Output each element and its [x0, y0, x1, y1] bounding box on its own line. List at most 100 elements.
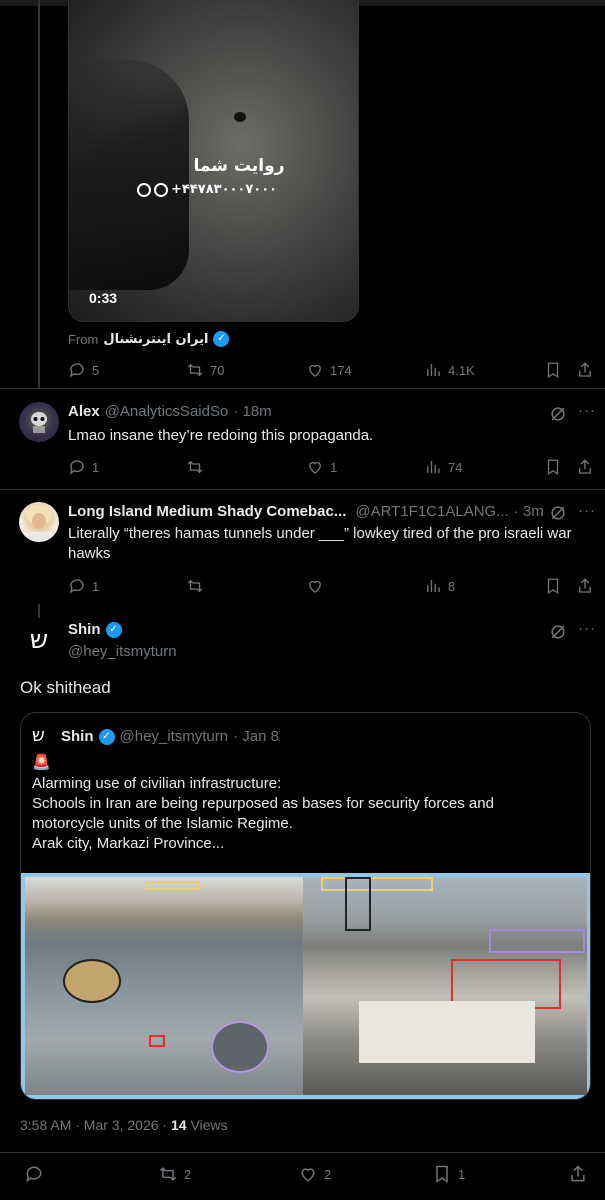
reply-icon: [69, 579, 84, 594]
grok-button[interactable]: [548, 622, 568, 642]
telegram-icon: [137, 182, 151, 197]
like-button[interactable]: 1: [306, 458, 337, 476]
repost-button[interactable]: 2: [158, 1164, 191, 1184]
from-label: From: [68, 331, 99, 347]
share-icon: [579, 578, 591, 593]
quote-line: motorcycle units of the Islamic Regime.: [32, 815, 293, 832]
author-name[interactable]: Alex: [68, 403, 100, 420]
highlight-box: [489, 929, 585, 953]
more-options-icon[interactable]: ···: [578, 620, 596, 637]
reply-button[interactable]: 5: [68, 361, 99, 379]
quote-author-handle: @hey_itsmyturn: [119, 728, 229, 745]
repost-icon: [187, 363, 203, 377]
repost-count: 70: [210, 362, 225, 378]
reply-button[interactable]: 1: [68, 458, 99, 476]
views-icon: [427, 580, 440, 592]
share-button[interactable]: [576, 458, 594, 476]
post-time[interactable]: · 3m: [514, 503, 544, 520]
post-timestamp: 3:58 AM · Mar 3, 2026 · 14 Views: [20, 1117, 228, 1133]
video-watermark-title: روایت شما: [193, 156, 285, 176]
bookmark-button[interactable]: [544, 458, 562, 476]
bookmark-count: 1: [458, 1166, 466, 1182]
verified-icon: ✓: [98, 728, 115, 745]
like-count: 1: [330, 459, 338, 475]
divider: [0, 489, 605, 490]
main-post-handle-row: @hey_itsmyturn: [68, 643, 177, 660]
heart-icon: [309, 580, 321, 593]
divider: [0, 388, 605, 389]
share-button[interactable]: [576, 577, 594, 595]
avatar-glyph: ש: [29, 625, 49, 655]
avatar[interactable]: [19, 402, 59, 442]
quote-line: Arak city, Markazi Province...: [32, 835, 225, 852]
divider: [0, 1152, 605, 1153]
repost-button[interactable]: 70: [186, 361, 224, 379]
like-count: 174: [330, 362, 352, 378]
post-time[interactable]: · 18m: [233, 403, 271, 420]
reply-icon: [69, 363, 84, 378]
reply-button[interactable]: 1: [68, 577, 99, 595]
quote-image[interactable]: [21, 873, 590, 1099]
video-source: From ایران اینترنشنال ✓: [68, 331, 230, 347]
bookmark-button[interactable]: 1: [432, 1164, 465, 1184]
views-count: 74: [448, 459, 463, 475]
quote-author-name: Shin: [61, 728, 94, 745]
thread-line: [38, 604, 40, 618]
views-button[interactable]: 4.1K: [424, 361, 475, 379]
video-player[interactable]: روایت شما +۴۴۷۸۳۰۰۰۷۰۰۰ 0:33: [68, 0, 359, 322]
highlight-box: [345, 877, 371, 931]
like-button[interactable]: [306, 577, 330, 595]
timestamp-text[interactable]: 3:58 AM · Mar 3, 2026 ·: [20, 1117, 167, 1133]
highlight-box: [321, 877, 433, 891]
reply-icon: [69, 460, 84, 475]
grok-button[interactable]: [548, 404, 568, 424]
views-label: Views: [190, 1117, 228, 1133]
verified-icon: ✓: [213, 331, 230, 347]
main-post-actions: 2 2 1: [24, 1164, 594, 1186]
more-options-icon[interactable]: ···: [578, 502, 596, 519]
repost-button[interactable]: [186, 577, 210, 595]
reply-text: Lmao insane they’re redoing this propaga…: [68, 427, 374, 444]
quote-line: Schools in Iran are being repurposed as …: [32, 795, 494, 812]
reply-button[interactable]: [24, 1164, 50, 1184]
quote-line: Alarming use of civilian infrastructure:: [32, 775, 282, 792]
repost-button[interactable]: [186, 458, 210, 476]
reply-count: 5: [92, 362, 100, 378]
like-button[interactable]: 174: [306, 361, 352, 379]
author-name[interactable]: Long Island Medium Shady Comebac...: [68, 503, 346, 520]
views-button[interactable]: 8: [424, 577, 455, 595]
avatar[interactable]: [19, 502, 59, 542]
more-options-icon[interactable]: ···: [578, 402, 596, 419]
zoom-circle: [63, 959, 121, 1003]
heart-icon: [301, 1168, 315, 1182]
highlight-box: [149, 1035, 165, 1047]
bookmark-icon: [547, 362, 559, 379]
video-watermark-contact: +۴۴۷۸۳۰۰۰۷۰۰۰: [137, 182, 307, 197]
reply-count: 1: [92, 459, 100, 475]
reply-header: Long Island Medium Shady Comebac... @ART…: [68, 503, 544, 520]
share-button[interactable]: [568, 1164, 588, 1184]
views-count: 4.1K: [448, 362, 475, 378]
quoted-post[interactable]: ש Shin ✓ @hey_itsmyturn · Jan 8 🚨 Alarmi…: [20, 712, 591, 1100]
views-button[interactable]: 74: [424, 458, 462, 476]
bookmark-button[interactable]: [544, 361, 562, 379]
author-name[interactable]: Shin: [68, 621, 101, 638]
like-button[interactable]: 2: [298, 1164, 331, 1184]
from-source-name[interactable]: ایران اینترنشنال: [103, 332, 208, 347]
repost-icon: [187, 579, 203, 593]
bookmark-icon: [547, 459, 559, 476]
grok-button[interactable]: [548, 503, 568, 523]
bookmark-button[interactable]: [544, 577, 562, 595]
share-icon: [579, 362, 591, 377]
quote-header: Shin ✓ @hey_itsmyturn · Jan 8: [61, 728, 279, 745]
share-button[interactable]: [576, 361, 594, 379]
share-icon: [571, 1165, 585, 1182]
video-motorcycles: [69, 60, 189, 290]
author-handle[interactable]: @AnalyticsSaidSo: [105, 403, 229, 420]
author-handle[interactable]: @ART1F1C1ALANG...: [355, 503, 508, 520]
whatsapp-icon: [154, 182, 168, 197]
reply-count: 1: [92, 578, 100, 594]
author-handle[interactable]: @hey_itsmyturn: [68, 643, 177, 660]
video-duration: 0:33: [89, 290, 118, 306]
avatar[interactable]: ש: [19, 620, 59, 660]
